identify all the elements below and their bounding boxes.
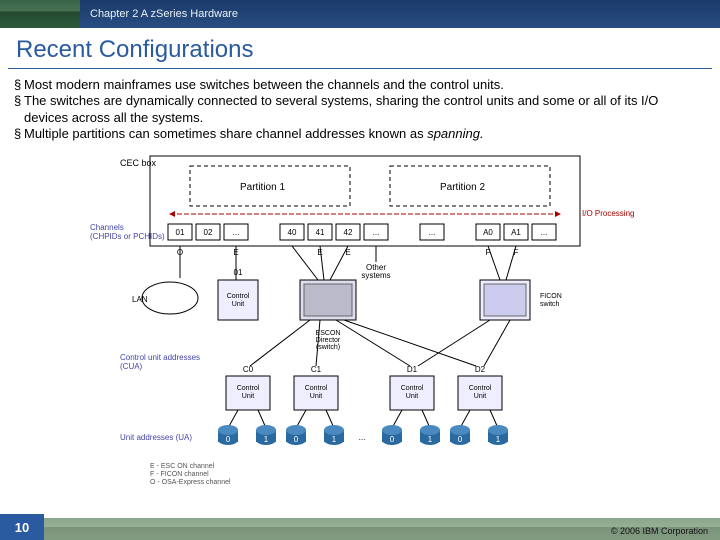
footer: 10 © 2006 IBM Corporation	[0, 514, 720, 540]
partition-label: Partition 2	[440, 182, 485, 193]
svg-text:F - FICON channel: F - FICON channel	[150, 471, 209, 478]
svg-text:1: 1	[332, 435, 337, 444]
ficon-switch: FICONswitch	[480, 280, 562, 320]
svg-text:FICONswitch: FICONswitch	[540, 293, 562, 308]
ua-label: Unit addresses (UA)	[120, 433, 192, 442]
svg-text:1: 1	[428, 435, 433, 444]
bullet-list: Most modern mainframes use switches betw…	[0, 77, 720, 142]
bullet-item: The switches are dynamically connected t…	[14, 93, 706, 126]
svg-text:...: ...	[429, 228, 436, 237]
bottom-control-units: C0ControlUnit C1ControlUnit D1ControlUni…	[226, 365, 502, 410]
disk-row: 0 1 0 1 ... 0 1 0 1	[218, 425, 508, 445]
svg-text:0: 0	[226, 435, 231, 444]
legend: E - ESC ON channel F - FICON channel O -…	[150, 463, 231, 486]
svg-text:1: 1	[496, 435, 501, 444]
svg-text:C0: C0	[243, 365, 254, 374]
svg-text:40: 40	[288, 228, 297, 237]
lan-label: LAN	[132, 295, 148, 304]
svg-text:01: 01	[234, 268, 243, 277]
svg-text:01: 01	[176, 228, 185, 237]
svg-text:A1: A1	[511, 228, 521, 237]
configuration-diagram: CEC box Partition 1 Partition 2 I/O Proc…	[80, 150, 640, 490]
escon-switch: ESCONDirector(switch)	[300, 280, 356, 351]
page-number: 10	[0, 514, 44, 540]
top-bar: Chapter 2 A zSeries Hardware	[0, 0, 720, 28]
bullet-item: Most modern mainframes use switches betw…	[14, 77, 706, 93]
cec-label: CEC box	[120, 158, 157, 168]
svg-text:42: 42	[344, 228, 353, 237]
svg-text:0: 0	[294, 435, 299, 444]
svg-text:...: ...	[359, 433, 366, 442]
top-accent	[0, 0, 80, 28]
svg-text:...: ...	[233, 228, 240, 237]
control-unit-01: 01 ControlUnit	[218, 268, 258, 320]
svg-text:E - ESC ON channel: E - ESC ON channel	[150, 463, 215, 470]
channels-label: Channels(CHPIDs or PCHIDs)	[90, 223, 165, 241]
cua-label: Control unit addresses(CUA)	[120, 353, 200, 371]
svg-text:...: ...	[373, 228, 380, 237]
channel-row: 01 02 ... 40 41 42 ... ... A0 A1 ...	[168, 224, 556, 240]
svg-text:D2: D2	[475, 365, 486, 374]
svg-text:02: 02	[204, 228, 213, 237]
other-systems-label: Othersystems	[361, 263, 390, 280]
svg-text:41: 41	[316, 228, 325, 237]
svg-text:A0: A0	[483, 228, 493, 237]
svg-text:D1: D1	[407, 365, 418, 374]
svg-text:0: 0	[390, 435, 395, 444]
chapter-label: Chapter 2 A zSeries Hardware	[90, 8, 238, 20]
svg-text:...: ...	[541, 228, 548, 237]
svg-text:C1: C1	[311, 365, 322, 374]
svg-text:0: 0	[458, 435, 463, 444]
partition-label: Partition 1	[240, 182, 285, 193]
channel-type-row: O E E E F F	[177, 248, 519, 257]
page-title: Recent Configurations	[8, 28, 712, 69]
io-label: I/O Processing	[582, 209, 634, 218]
copyright: © 2006 IBM Corporation	[611, 526, 708, 536]
svg-text:O - OSA-Express channel: O - OSA-Express channel	[150, 479, 231, 486]
svg-text:1: 1	[264, 435, 269, 444]
bullet-item: Multiple partitions can sometimes share …	[14, 126, 706, 142]
spanning-word: spanning.	[427, 126, 483, 141]
